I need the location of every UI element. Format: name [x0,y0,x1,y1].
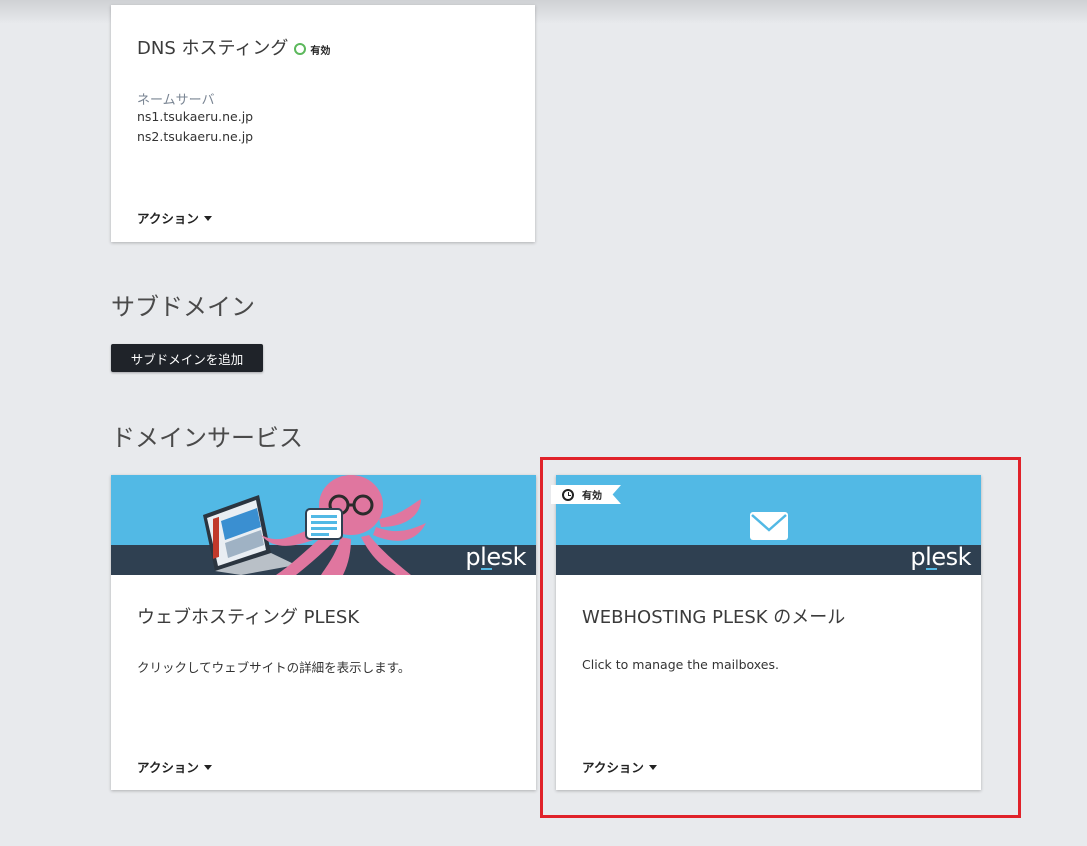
nameserver-label: ネームサーバ [137,93,215,108]
dns-card-title: DNS ホスティング 有効 [137,34,330,60]
subdomain-section-title: サブドメイン [111,293,255,321]
dns-status-badge: 有効 [294,42,330,57]
mail-card-title: WEBHOSTING PLESK のメール [582,607,846,628]
mail-banner: plesk [556,475,981,575]
plesk-logo-underline [926,568,937,570]
dns-action-menu[interactable]: アクション [137,208,212,227]
plesk-logo: plesk [910,543,971,571]
laptop-icon [203,495,296,575]
plesk-logo-underline [481,568,492,570]
clock-icon [562,488,574,501]
mail-card-description: Click to manage the mailboxes. [582,657,779,672]
mail-status-text: 有効 [582,491,602,502]
mail-card[interactable]: plesk 有効 WEBHOSTING PLESK のメール Click to … [551,475,981,790]
dns-status-text: 有効 [310,45,331,57]
dns-card-title-text: DNS ホスティング [137,38,289,59]
caret-down-icon [648,765,657,770]
nameserver-2: ns2.tsukaeru.ne.jp [137,129,254,144]
status-ring-icon [294,43,307,55]
webhosting-action-menu[interactable]: アクション [137,757,212,776]
webhosting-card[interactable]: plesk ウェブホスティング PLESK クリックしてウェブサイトの詳細を表示… [111,475,536,790]
caret-down-icon [203,216,212,221]
list-icon [305,508,343,540]
mail-action-label: アクション [582,760,644,775]
domain-services-title: ドメインサービス [111,424,303,452]
plesk-logo: plesk [465,543,526,571]
webhosting-action-label: アクション [137,760,199,775]
dns-action-label: アクション [137,211,199,226]
mail-action-menu[interactable]: アクション [582,757,657,776]
dns-hosting-card: DNS ホスティング 有効 ネームサーバ ns1.tsukaeru.ne.jp n… [111,5,535,242]
caret-down-icon [203,765,212,770]
webhosting-card-description: クリックしてウェブサイトの詳細を表示します。 [137,660,411,675]
webhosting-banner: plesk [111,475,536,575]
octopus-mascot [261,475,426,575]
webhosting-card-title: ウェブホスティング PLESK [137,607,360,628]
mail-status-ribbon: 有効 [551,485,621,504]
nameserver-1: ns1.tsukaeru.ne.jp [137,109,254,124]
add-subdomain-button[interactable]: サブドメインを追加 [111,344,263,372]
